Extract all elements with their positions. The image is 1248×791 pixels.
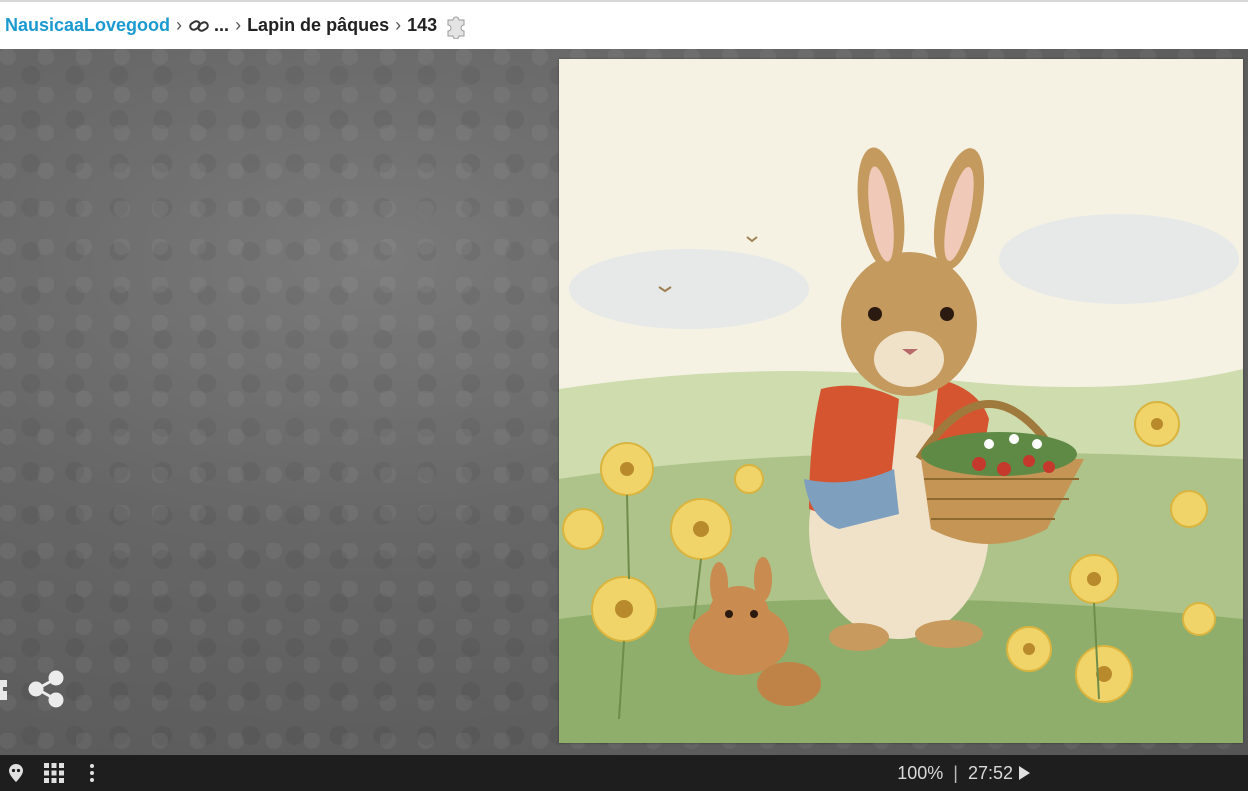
share-icon[interactable]: [26, 669, 66, 709]
chevron-right-icon: ›: [395, 15, 402, 35]
breadcrumb: NausicaaLovegood › ... › Lapin de pâques…: [0, 0, 1248, 49]
edge-pieces-icon[interactable]: [0, 677, 10, 703]
zoom-level[interactable]: 100%: [897, 763, 943, 784]
breadcrumb-ellipsis[interactable]: ...: [214, 15, 229, 36]
play-icon[interactable]: [1019, 766, 1030, 780]
timer: 27:52: [967, 762, 1013, 783]
status-separator: |: [953, 762, 958, 783]
more-vertical-icon[interactable]: [80, 761, 104, 785]
breadcrumb-album[interactable]: Lapin de pâques: [247, 15, 389, 36]
piece-count: 143: [407, 15, 438, 35]
breadcrumb-user-link[interactable]: NausicaaLovegood: [5, 15, 170, 36]
puzzle-piece-icon: [443, 13, 469, 39]
bottom-toolbar: 100% | 27:52: [0, 755, 1248, 791]
puzzle-ghost-icon[interactable]: [4, 761, 28, 785]
puzzle-board[interactable]: [0, 49, 1248, 755]
chevron-right-icon: ›: [235, 15, 242, 35]
grid-icon[interactable]: [42, 761, 66, 785]
link-icon[interactable]: [188, 17, 210, 35]
status-area: 100% | 27:52: [897, 755, 1030, 791]
chevron-right-icon: ›: [176, 15, 183, 35]
puzzle-image[interactable]: [559, 59, 1243, 743]
